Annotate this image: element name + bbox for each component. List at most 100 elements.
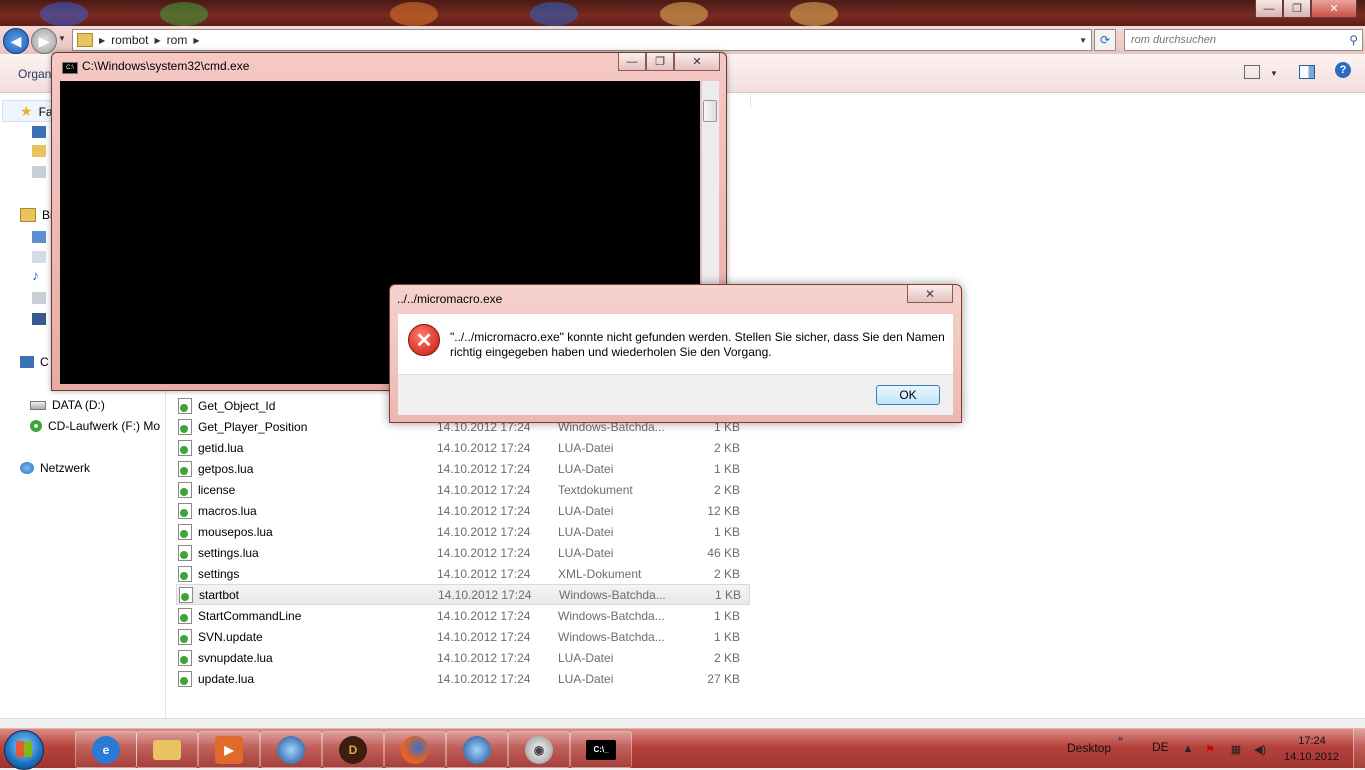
file-row[interactable]: StartCommandLine 14.10.2012 17:24 Windows-…	[176, 605, 748, 626]
cmd-close-button[interactable]: ✕	[674, 53, 720, 71]
downloads-icon[interactable]	[32, 145, 46, 157]
file-row[interactable]: getid.lua 14.10.2012 17:24 LUA-Datei 2 KB	[176, 437, 748, 458]
file-name: getid.lua	[198, 440, 244, 455]
close-button[interactable]: ✕	[1311, 0, 1357, 18]
file-size: 2 KB	[713, 482, 740, 497]
volume-icon[interactable]: ◀)	[1254, 743, 1266, 756]
chevron-icon[interactable]: »	[1118, 733, 1123, 743]
desktop-toolbar-label[interactable]: Desktop	[1067, 741, 1111, 755]
background-blob	[530, 2, 578, 26]
search-input[interactable]	[1129, 33, 1343, 47]
nav-item-cd-drive[interactable]: CD-Laufwerk (F:) Mo	[30, 419, 160, 433]
windows-logo-icon	[16, 741, 32, 757]
cmd-maximize-button[interactable]: ❐	[646, 53, 674, 71]
file-row[interactable]: settings 14.10.2012 17:24 XML-Dokument 2 KB	[176, 563, 748, 584]
nav-label: CD-Laufwerk (F:) Mo	[48, 419, 161, 433]
breadcrumb-rom[interactable]: rom	[167, 33, 188, 47]
taskbar-firefox[interactable]	[384, 731, 446, 768]
forward-button[interactable]: ▶	[31, 28, 57, 54]
file-row[interactable]: getpos.lua 14.10.2012 17:24 LUA-Datei 1 KB	[176, 458, 748, 479]
address-field[interactable]: ▶ rombot ▶ rom ▶ ▼	[72, 29, 1092, 51]
file-row[interactable]: svnupdate.lua 14.10.2012 17:24 LUA-Datei 2 …	[176, 647, 748, 668]
nav-item-computer[interactable]: C	[20, 355, 49, 369]
file-row[interactable]: mousepos.lua 14.10.2012 17:24 LUA-Datei 1 K…	[176, 521, 748, 542]
background-blob	[660, 2, 708, 26]
file-row[interactable]: startbot 14.10.2012 17:24 Windows-Batchda.…	[176, 584, 750, 605]
cmd-icon: C:\_	[586, 739, 616, 760]
refresh-button[interactable]: ⟳	[1094, 29, 1116, 51]
folder-icon	[77, 33, 93, 47]
start-button[interactable]	[4, 730, 44, 770]
dialog-title: ../../micromacro.exe	[397, 292, 503, 306]
nav-item-favorites[interactable]: ★ Fa	[20, 103, 53, 120]
taskbar-game-launcher-2[interactable]	[446, 731, 508, 768]
pictures-icon[interactable]	[32, 231, 46, 243]
clock-time[interactable]: 17:24	[1287, 735, 1337, 747]
file-icon	[178, 649, 192, 666]
clock-date[interactable]: 14.10.2012	[1284, 751, 1339, 763]
network-tray-icon[interactable]: ▦	[1230, 743, 1242, 756]
file-size: 2 KB	[713, 566, 740, 581]
taskbar-speaker-app[interactable]: ◉	[508, 731, 570, 768]
ok-button[interactable]: OK	[876, 385, 940, 405]
minimize-button[interactable]: —	[1255, 0, 1283, 18]
documents-icon[interactable]	[32, 292, 46, 304]
address-dropdown-icon[interactable]: ▼	[1079, 36, 1087, 45]
history-dropdown-icon[interactable]: ▼	[58, 34, 66, 43]
file-name: mousepos.lua	[198, 524, 273, 539]
taskbar-game-launcher[interactable]	[260, 731, 322, 768]
file-icon	[178, 607, 192, 624]
cd-drive-icon	[30, 420, 42, 432]
show-desktop-button[interactable]	[1353, 729, 1365, 768]
search-icon[interactable]: ⚲	[1349, 33, 1358, 47]
file-icon	[178, 481, 192, 498]
music-icon[interactable]: ♪	[32, 267, 39, 283]
file-row[interactable]: settings.lua 14.10.2012 17:24 LUA-Datei 46 …	[176, 542, 748, 563]
file-name: svnupdate.lua	[198, 650, 273, 665]
preview-pane-icon[interactable]	[1299, 65, 1315, 79]
help-icon[interactable]: ?	[1335, 62, 1351, 78]
folder-icon	[153, 739, 181, 760]
dialog-close-button[interactable]: ✕	[907, 285, 953, 303]
address-bar: ◀ ▶ ▼ ▶ rombot ▶ rom ▶ ▼ ⟳ ⚲	[0, 26, 1365, 54]
background-blob	[790, 2, 838, 26]
file-size: 1 KB	[713, 461, 740, 476]
taskbar-explorer[interactable]	[136, 731, 198, 768]
desktop-icon[interactable]	[32, 126, 46, 138]
computer-icon	[20, 356, 34, 368]
error-message: "../../micromacro.exe" konnte nicht gefu…	[450, 330, 945, 359]
file-date: 14.10.2012 17:24	[437, 629, 531, 644]
show-hidden-icons-icon[interactable]: ▲	[1182, 743, 1194, 755]
file-name: update.lua	[198, 671, 255, 686]
language-indicator[interactable]: DE	[1152, 740, 1169, 754]
recent-places-icon[interactable]	[32, 166, 46, 178]
file-row[interactable]: macros.lua 14.10.2012 17:24 LUA-Datei 12 KB	[176, 500, 748, 521]
file-type: LUA-Datei	[558, 440, 614, 455]
maximize-button[interactable]: ❐	[1283, 0, 1311, 18]
documents-icon[interactable]	[32, 251, 46, 263]
taskbar-cmd[interactable]: C:\_	[570, 731, 632, 768]
file-row[interactable]: license 14.10.2012 17:24 Textdokument 2 KB	[176, 479, 748, 500]
file-name: license	[198, 482, 236, 497]
nav-item-libraries[interactable]: Bi	[20, 208, 53, 222]
action-center-icon[interactable]: ⚑	[1204, 743, 1216, 756]
nav-item-network[interactable]: Netzwerk	[20, 461, 90, 475]
file-row[interactable]: update.lua 14.10.2012 17:24 LUA-Datei 27 KB	[176, 668, 748, 689]
cmd-minimize-button[interactable]: —	[618, 53, 646, 71]
file-size: 12 KB	[707, 503, 740, 518]
file-name: macros.lua	[198, 503, 257, 518]
taskbar-ie[interactable]: e	[75, 731, 137, 768]
file-row[interactable]: SVN.update 14.10.2012 17:24 Windows-Batchd…	[176, 626, 748, 647]
organize-menu[interactable]: Organ	[18, 67, 51, 81]
taskbar-media-player[interactable]: ▶	[198, 731, 260, 768]
view-options-icon[interactable]	[1244, 65, 1260, 79]
taskbar-diablo[interactable]: D	[322, 731, 384, 768]
cmd-scrollbar-thumb[interactable]	[703, 100, 717, 122]
explorer-titlebar[interactable]: — ❐ ✕	[0, 0, 1365, 26]
back-button[interactable]: ◀	[3, 28, 29, 54]
breadcrumb-rombot[interactable]: rombot	[111, 33, 148, 47]
nav-item-data-drive[interactable]: DATA (D:)	[30, 398, 105, 412]
view-dropdown-icon[interactable]: ▼	[1270, 69, 1278, 78]
videos-icon[interactable]	[32, 313, 46, 325]
file-icon	[178, 418, 192, 435]
